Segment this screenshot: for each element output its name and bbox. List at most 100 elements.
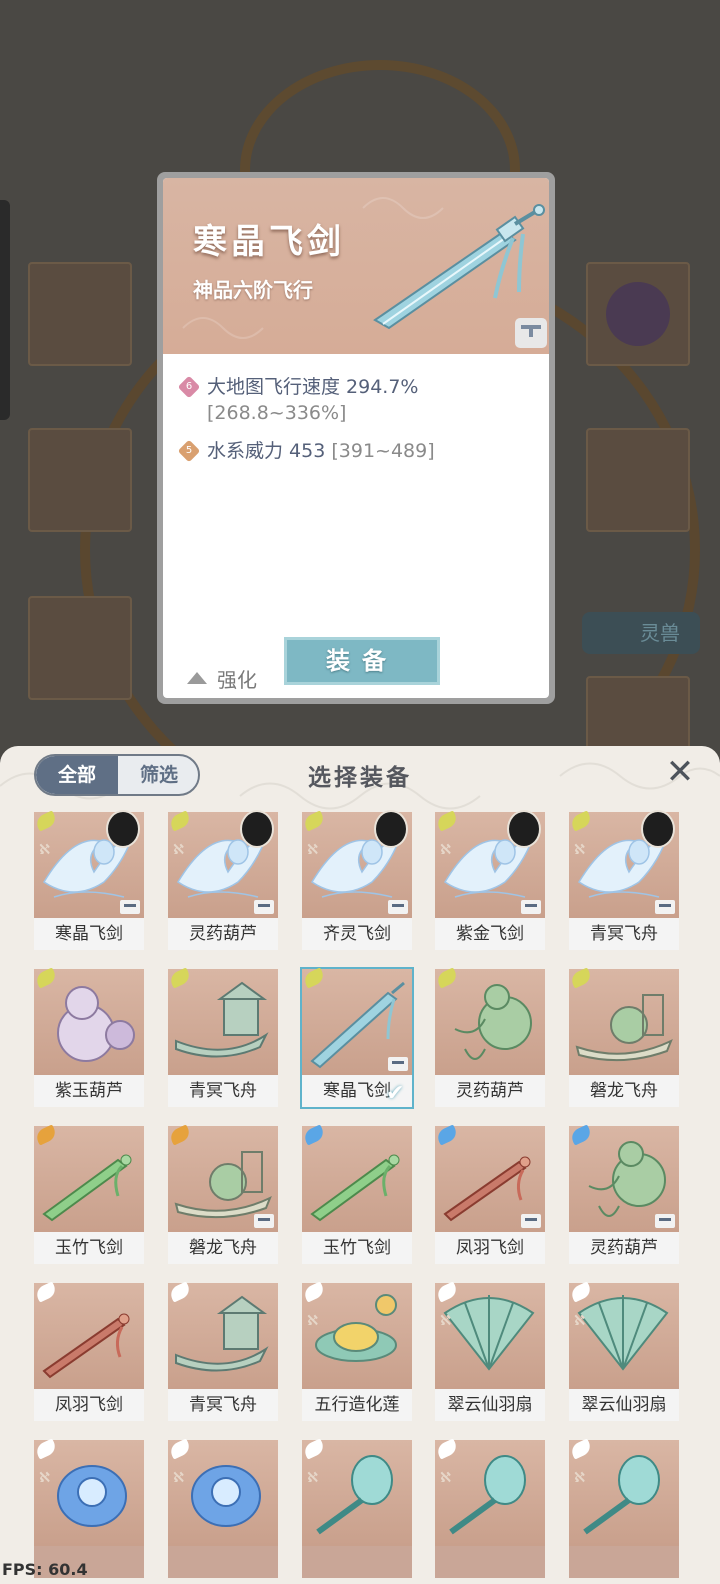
inventory-item[interactable]: ℵ 灵药葫芦: [167, 810, 278, 950]
inventory-item[interactable]: ℵ: [301, 1438, 412, 1578]
item-art: [302, 969, 412, 1075]
grade-mark-icon: ℵ: [440, 1470, 452, 1486]
panel-title: 选择装备: [308, 765, 412, 791]
inventory-item[interactable]: ℵ 紫金飞剑: [434, 810, 545, 950]
item-name: 翠云仙羽扇: [569, 1389, 679, 1421]
item-name: 磐龙飞舟: [569, 1075, 679, 1107]
grade-mark-icon: ℵ: [173, 842, 185, 858]
item-name: 灵药葫芦: [569, 1232, 679, 1264]
item-name: 磐龙飞舟: [168, 1232, 278, 1264]
arrow-up-icon: [187, 671, 207, 684]
item-tooltip: 寒晶飞剑 神品六阶飞行 6 大地图飞行速度 294.7% [268.8~336%…: [157, 172, 555, 704]
grade-mark-icon: ℵ: [39, 842, 51, 858]
grade-mark-icon: ℵ: [574, 1313, 586, 1329]
inventory-item[interactable]: 磐龙飞舟: [568, 967, 679, 1107]
inventory-item[interactable]: ℵ 五行造化莲: [301, 1281, 412, 1421]
item-name: 灵药葫芦: [435, 1075, 545, 1107]
item-art: [168, 1283, 278, 1389]
close-icon[interactable]: ✕: [664, 754, 696, 790]
sword-illustration: [182, 197, 545, 339]
grade-mark-icon: ℵ: [574, 842, 586, 858]
item-art: [302, 1283, 412, 1389]
inventory-item[interactable]: 寒晶飞剑 ✔: [300, 967, 414, 1109]
lock-icon: [254, 900, 274, 914]
item-art: [34, 1440, 144, 1546]
inventory-item[interactable]: ℵ: [434, 1438, 545, 1578]
item-name: 凤羽飞剑: [435, 1232, 545, 1264]
orb-icon: [606, 282, 670, 346]
owner-avatar: [507, 810, 541, 848]
owner-avatar: [240, 810, 274, 848]
inventory-item[interactable]: ℵ: [568, 1438, 679, 1578]
equip-slot[interactable]: [586, 428, 690, 532]
inventory-item[interactable]: 玉竹飞剑: [301, 1124, 412, 1264]
inventory-item[interactable]: ℵ 翠云仙羽扇: [434, 1281, 545, 1421]
spirit-beast-button[interactable]: 灵兽: [582, 612, 700, 654]
lock-icon[interactable]: [515, 318, 547, 348]
inventory-item[interactable]: ℵ 青冥飞舟: [568, 810, 679, 950]
inventory-item[interactable]: 磐龙飞舟: [167, 1124, 278, 1264]
item-grid: ℵ 寒晶飞剑 ℵ 灵药葫芦 ℵ 齐灵飞剑 ℵ 紫金飞剑 ℵ 青冥飞舟 紫玉葫芦 青冥飞舟 寒晶飞剑 ✔ 灵药…: [33, 810, 694, 1578]
equip-slot[interactable]: [28, 262, 132, 366]
enhance-button[interactable]: 强化: [187, 664, 257, 693]
grade-mark-icon: ℵ: [39, 1470, 51, 1486]
inventory-item[interactable]: 凤羽飞剑: [434, 1124, 545, 1264]
item-name: 紫金飞剑: [435, 918, 545, 950]
item-name: 齐灵飞剑: [302, 918, 412, 950]
stat-text: 大地图飞行速度 294.7%: [207, 376, 419, 398]
inventory-item[interactable]: ℵ 齐灵飞剑: [301, 810, 412, 950]
item-art: [34, 1283, 144, 1389]
item-name: 凤羽飞剑: [34, 1389, 144, 1421]
side-handle[interactable]: [0, 200, 10, 420]
lock-icon: [521, 900, 541, 914]
inventory-item[interactable]: ℵ 寒晶飞剑: [33, 810, 144, 950]
grade-mark-icon: ℵ: [440, 842, 452, 858]
item-art: [302, 1440, 412, 1546]
item-art: [435, 1283, 545, 1389]
inventory-item[interactable]: 玉竹飞剑: [33, 1124, 144, 1264]
tooltip-header: 寒晶飞剑 神品六阶飞行: [163, 178, 549, 354]
lock-icon: [120, 900, 140, 914]
grade-mark-icon: ℵ: [307, 1313, 319, 1329]
item-name: 青冥飞舟: [168, 1389, 278, 1421]
item-name: 玉竹飞剑: [34, 1232, 144, 1264]
item-name: 青冥飞舟: [569, 918, 679, 950]
owner-avatar: [106, 810, 140, 848]
item-art: [435, 1440, 545, 1546]
equip-slot[interactable]: [586, 262, 690, 366]
grade-mark-icon: ℵ: [574, 1470, 586, 1486]
item-name: 五行造化莲: [302, 1389, 412, 1421]
owner-avatar: [374, 810, 408, 848]
item-art: [569, 1283, 679, 1389]
stat-range: [268.8~336%]: [207, 402, 347, 424]
item-art: [435, 1126, 545, 1232]
item-art: [168, 969, 278, 1075]
inventory-item[interactable]: ℵ: [33, 1438, 144, 1578]
item-name: 灵药葫芦: [168, 918, 278, 950]
equip-slot[interactable]: [28, 596, 132, 700]
item-art: [569, 1440, 679, 1546]
inventory-item[interactable]: 青冥飞舟: [167, 1281, 278, 1421]
stat-range: [391~489]: [331, 440, 435, 462]
lock-icon: [388, 900, 408, 914]
equip-button[interactable]: 装备: [284, 637, 440, 685]
inventory-item[interactable]: 灵药葫芦: [568, 1124, 679, 1264]
inventory-item[interactable]: 青冥飞舟: [167, 967, 278, 1107]
lock-icon: [521, 1214, 541, 1228]
lock-icon: [655, 900, 675, 914]
item-art: [569, 1126, 679, 1232]
gem-icon: 5: [177, 439, 201, 463]
lock-icon: [388, 1057, 408, 1071]
item-art: [34, 1126, 144, 1232]
inventory-item[interactable]: 紫玉葫芦: [33, 967, 144, 1107]
inventory-item[interactable]: ℵ: [167, 1438, 278, 1578]
inventory-item[interactable]: ℵ 翠云仙羽扇: [568, 1281, 679, 1421]
inventory-item[interactable]: 凤羽飞剑: [33, 1281, 144, 1421]
lock-icon: [655, 1214, 675, 1228]
stat-line: 5 水系威力 453 [391~489]: [177, 438, 535, 464]
equip-slot[interactable]: [28, 428, 132, 532]
item-art: [168, 1126, 278, 1232]
equip-slot[interactable]: [586, 676, 690, 750]
lock-icon: [254, 1214, 274, 1228]
inventory-item[interactable]: 灵药葫芦: [434, 967, 545, 1107]
